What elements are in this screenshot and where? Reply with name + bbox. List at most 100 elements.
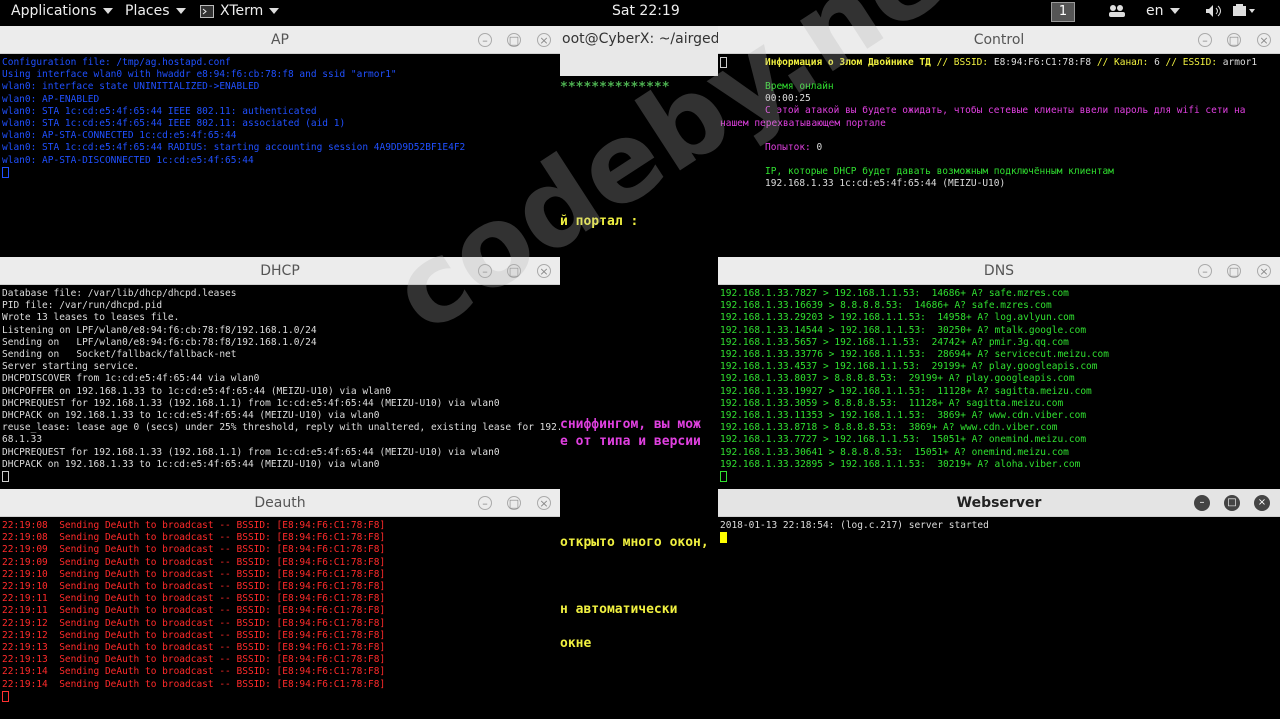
minimize-button[interactable]: – — [478, 264, 492, 278]
webserver-window[interactable]: Webserver – □ × 2018-01-13 22:18:54: (lo… — [718, 489, 1280, 719]
places-label: Places — [125, 3, 170, 19]
maximize-button[interactable]: □ — [1224, 495, 1240, 511]
bg-terminal-line: сниффингом, вы мож — [560, 417, 701, 432]
terminal-line: wlan0: AP-ENABLED — [2, 93, 100, 105]
control-output[interactable]: Информация о Злом Двойнике ТД // BSSID: … — [718, 55, 1280, 256]
dns-titlebar[interactable]: DNS – □ × — [718, 257, 1280, 285]
users-icon — [1109, 5, 1125, 17]
terminal-line: 22:19:08 Sending DeAuth to broadcast -- … — [2, 520, 386, 531]
workspace-indicator[interactable]: 1 — [1051, 2, 1075, 22]
terminal-line: 192.168.1.33.19927 > 192.168.1.1.53: 111… — [720, 385, 1092, 397]
network-users-icon[interactable] — [1108, 4, 1126, 22]
close-button[interactable]: × — [537, 264, 551, 278]
ap-titlebar[interactable]: AP – □ × — [0, 26, 560, 54]
speaker-icon — [1206, 5, 1221, 17]
close-button[interactable]: × — [1254, 495, 1270, 511]
dns-window[interactable]: DNS – □ × 192.168.1.33.7827 > 192.168.1.… — [718, 257, 1280, 488]
terminal-line: Using interface wlan0 with hwaddr e8:94:… — [2, 69, 397, 81]
terminal-line: Configuration file: /tmp/ag.hostapd.conf — [2, 57, 231, 68]
language-menu[interactable]: en — [1146, 3, 1180, 19]
attempts-line: Попыток: 0 — [720, 142, 1278, 154]
deauth-window[interactable]: Deauth – □ × 22:19:08 Sending DeAuth to … — [0, 489, 560, 719]
client-entry: 192.168.1.33 1c:cd:e5:4f:65:44 (MEIZU-U1… — [765, 178, 1006, 190]
close-button[interactable]: × — [1257, 264, 1271, 278]
deauth-titlebar[interactable]: Deauth – □ × — [0, 489, 560, 517]
bssid-value: E8:94:F6:C1:78:F8 — [993, 57, 1092, 68]
close-button[interactable]: × — [537, 33, 551, 47]
xterm-app-menu[interactable]: XTerm — [200, 3, 280, 19]
terminal-cursor — [2, 471, 9, 483]
terminal-line: Listening on LPF/wlan0/e8:94:f6:cb:78:f8… — [2, 324, 317, 336]
bg-terminal-line: е от типа и версии — [560, 434, 701, 449]
clock[interactable]: Sat 22:19 — [612, 3, 680, 19]
terminal-line: 22:19:14 Sending DeAuth to broadcast -- … — [2, 666, 386, 678]
chevron-down-icon — [175, 8, 186, 14]
terminal-cursor — [2, 690, 9, 702]
ap-info-line: Информация о Злом Двойнике ТД // BSSID: … — [720, 57, 1278, 69]
minimize-button[interactable]: – — [478, 33, 492, 47]
chevron-down-icon — [102, 8, 113, 14]
webserver-titlebar[interactable]: Webserver – □ × — [718, 489, 1280, 517]
terminal-line: 22:19:08 Sending DeAuth to broadcast -- … — [2, 532, 386, 544]
top-panel: Applications Places XTerm Sat 22:19 1 en — [0, 0, 1280, 24]
window-title: AP — [270, 32, 290, 48]
terminal-cursor — [720, 532, 727, 544]
terminal-line: 192.168.1.33.7827 > 192.168.1.1.53: 1468… — [720, 288, 1069, 299]
deauth-output[interactable]: 22:19:08 Sending DeAuth to broadcast -- … — [0, 518, 560, 719]
info-label: Информация о Злом Двойнике ТД — [765, 57, 931, 68]
separator: // — [1096, 57, 1109, 68]
background-terminal[interactable]: oot@CyberX: ~/airgeddo ************** й … — [560, 24, 718, 719]
terminal-line: 22:19:09 Sending DeAuth to broadcast -- … — [2, 544, 386, 556]
terminal-line: 192.168.1.33.4537 > 192.168.1.1.53: 2919… — [720, 361, 1098, 373]
maximize-button[interactable]: □ — [507, 33, 521, 47]
dhcp-window[interactable]: DHCP – □ × Database file: /var/lib/dhcp/… — [0, 257, 560, 488]
terminal-line: 192.168.1.33.11353 > 192.168.1.1.53: 386… — [720, 410, 1087, 422]
chevron-down-icon — [269, 8, 280, 14]
terminal-line: Wrote 13 leases to leases file. — [2, 312, 180, 324]
dhcp-output[interactable]: Database file: /var/lib/dhcp/dhcpd.lease… — [0, 286, 560, 488]
separator: // — [936, 57, 949, 68]
close-button[interactable]: × — [537, 496, 551, 510]
places-menu[interactable]: Places — [125, 3, 186, 19]
control-window[interactable]: Control – □ × Информация о Злом Двойнике… — [718, 26, 1280, 256]
attempts-label: Попыток: — [765, 141, 811, 153]
terminal-cursor — [720, 471, 727, 483]
terminal-line: 192.168.1.33.30641 > 8.8.8.8.53: 15051+ … — [720, 446, 1069, 458]
essid-label: ESSID: — [1182, 57, 1218, 68]
maximize-button[interactable]: □ — [507, 264, 521, 278]
terminal-line: DHCPOFFER on 192.168.1.33 to 1c:cd:e5:4f… — [2, 385, 391, 397]
background-terminal-title[interactable]: oot@CyberX: ~/airgeddo — [560, 26, 718, 76]
maximize-button[interactable]: □ — [1227, 33, 1241, 47]
dhcp-titlebar[interactable]: DHCP – □ × — [0, 257, 560, 285]
terminal-line: 192.168.1.33.3059 > 8.8.8.8.53: 11128+ A… — [720, 397, 1064, 409]
online-time: 00:00:25 — [765, 93, 811, 105]
attack-note: С этой атакой вы будете ожидать, чтобы с… — [718, 105, 1278, 129]
maximize-button[interactable]: □ — [507, 496, 521, 510]
terminal-line: 192.168.1.33.7727 > 192.168.1.1.53: 1505… — [720, 434, 1087, 446]
power-menu[interactable] — [1232, 4, 1258, 22]
terminal-line: 22:19:11 Sending DeAuth to broadcast -- … — [2, 605, 386, 617]
attempts-value: 0 — [816, 141, 823, 153]
minimize-button[interactable]: – — [478, 496, 492, 510]
terminal-line: wlan0: AP-STA-CONNECTED 1c:cd:e5:4f:65:4… — [2, 130, 237, 142]
minimize-button[interactable]: – — [1194, 495, 1210, 511]
bssid-label: BSSID: — [953, 57, 989, 68]
ap-output[interactable]: Configuration file: /tmp/ag.hostapd.conf… — [0, 55, 560, 256]
maximize-button[interactable]: □ — [1227, 264, 1241, 278]
terminal-line: 192.168.1.33.8718 > 8.8.8.8.53: 3869+ A?… — [720, 422, 1058, 434]
close-button[interactable]: × — [1257, 33, 1271, 47]
terminal-line: 192.168.1.33.5657 > 192.168.1.1.53: 2474… — [720, 336, 1069, 348]
webserver-output[interactable]: 2018-01-13 22:18:54: (log.c.217) server … — [718, 518, 1280, 719]
minimize-button[interactable]: – — [1198, 33, 1212, 47]
minimize-button[interactable]: – — [1198, 264, 1212, 278]
terminal-line: DHCPREQUEST for 192.168.1.33 (192.168.1.… — [2, 446, 500, 458]
terminal-line: 22:19:09 Sending DeAuth to broadcast -- … — [2, 556, 386, 568]
terminal-cursor — [2, 166, 9, 178]
window-title: DNS — [983, 263, 1015, 279]
control-titlebar[interactable]: Control – □ × — [718, 26, 1280, 54]
terminal-line: Sending on Socket/fallback/fallback-net — [2, 349, 237, 361]
dns-output[interactable]: 192.168.1.33.7827 > 192.168.1.1.53: 1468… — [718, 286, 1280, 488]
applications-menu[interactable]: Applications — [11, 3, 113, 19]
ap-window[interactable]: AP – □ × Configuration file: /tmp/ag.hos… — [0, 26, 560, 256]
volume-icon[interactable] — [1205, 4, 1223, 22]
